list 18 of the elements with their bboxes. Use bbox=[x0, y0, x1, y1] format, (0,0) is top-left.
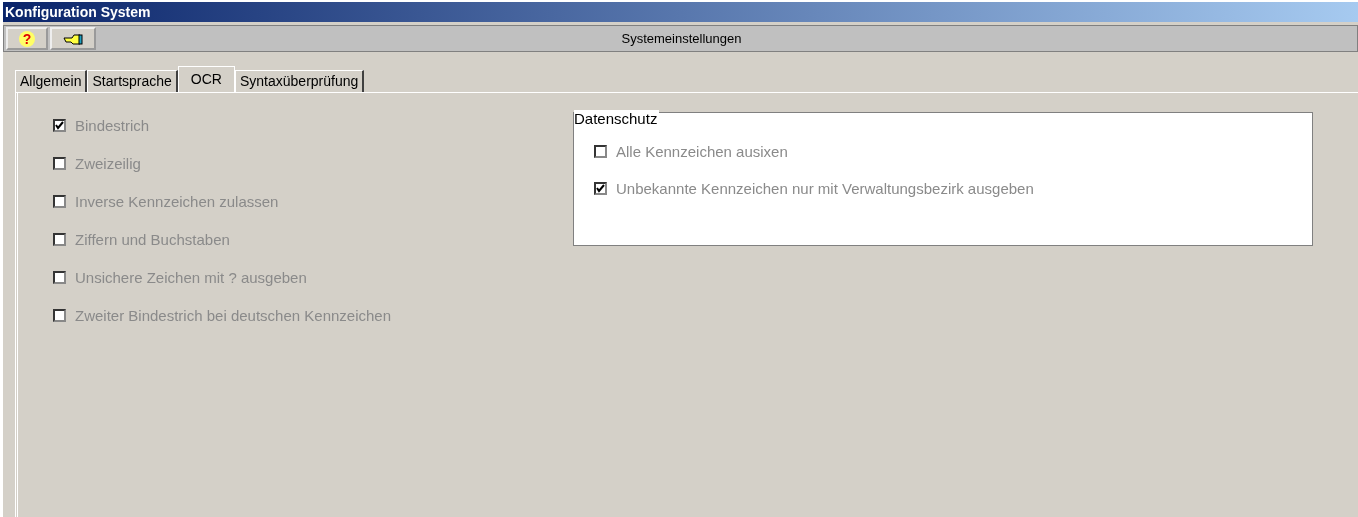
checkbox-label: Zweiter Bindestrich bei deutschen Kennzeichen bbox=[75, 307, 392, 324]
group-title: Datenschutz bbox=[574, 110, 660, 127]
checkbox-label: Inverse Kennzeichen zulassen bbox=[75, 193, 279, 210]
tab[interactable]: Allgemein bbox=[15, 70, 88, 92]
window-title: Konfiguration System bbox=[5, 4, 151, 20]
exit-button[interactable] bbox=[50, 27, 96, 50]
checkbox-label: Zweizeilig bbox=[75, 155, 141, 172]
pointing-hand-icon bbox=[63, 32, 83, 45]
tab[interactable]: Syntaxüberprüfung bbox=[235, 70, 365, 92]
tab[interactable]: OCR bbox=[177, 66, 235, 92]
checkbox-label: Unbekannte Kennzeichen nur mit Verwaltungsbezirk ausgeben bbox=[616, 180, 1034, 197]
toolbar-title: Systemeinstellungen bbox=[620, 31, 743, 46]
checkbox-label: Unsichere Zeichen mit ? ausgeben bbox=[75, 269, 307, 286]
checkbox-label: Bindestrich bbox=[75, 117, 150, 134]
checkbox-label: Alle Kennzeichen ausixen bbox=[616, 143, 788, 160]
help-button[interactable]: ? bbox=[6, 27, 48, 50]
help-icon: ? bbox=[18, 29, 36, 48]
checkbox-label: Ziffern und Buchstaben bbox=[75, 231, 230, 248]
